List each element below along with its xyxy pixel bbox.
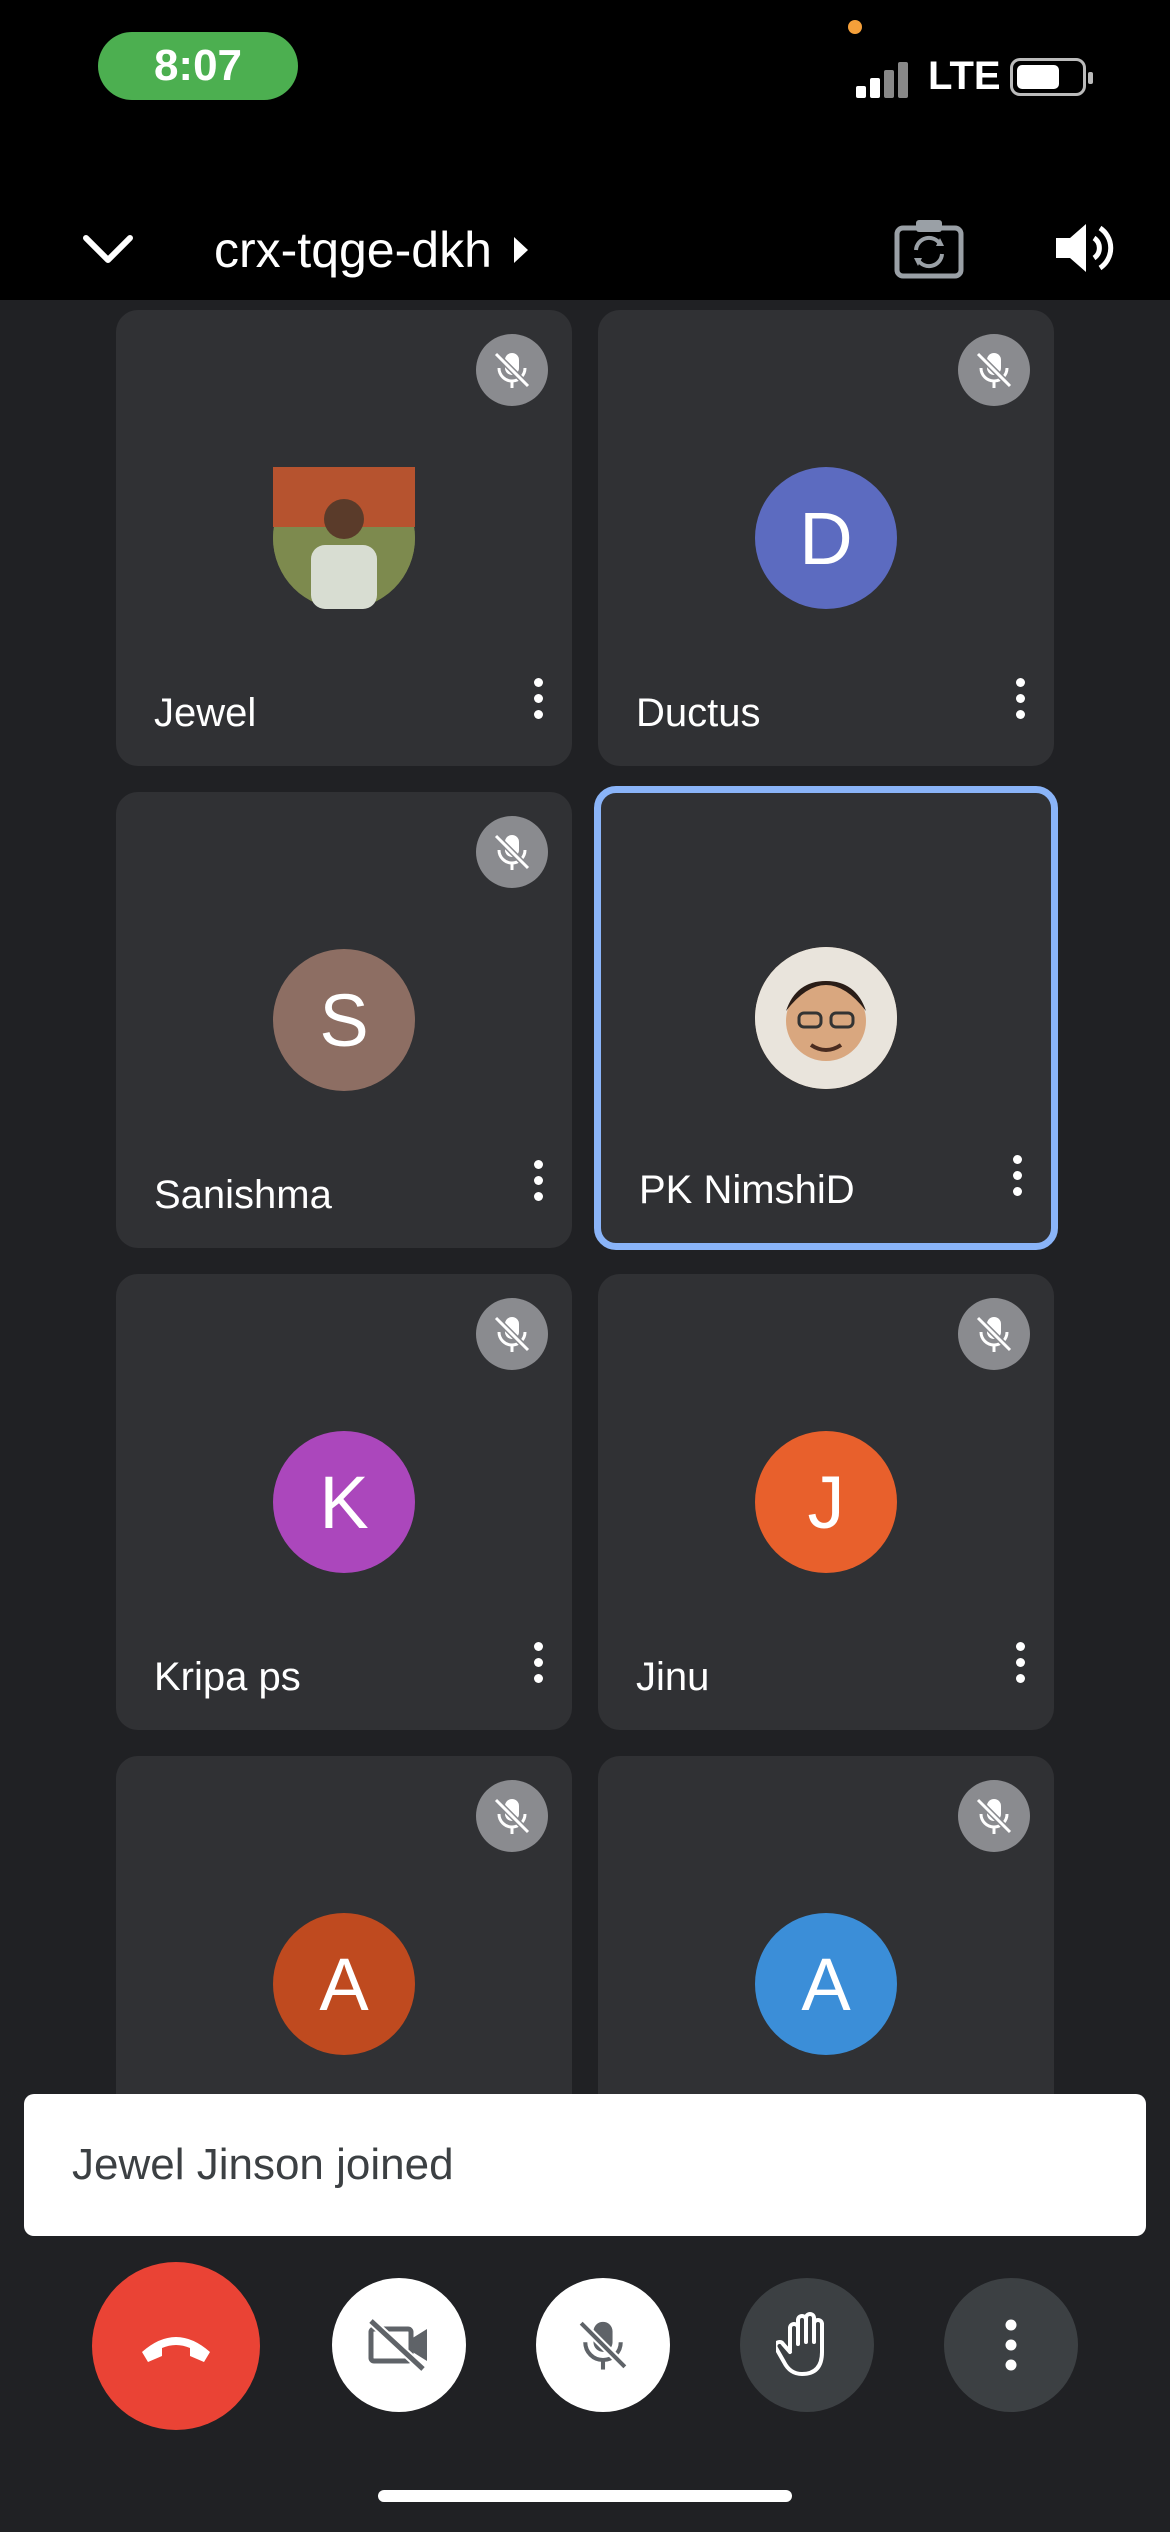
mic-off-icon [958,334,1030,406]
participant-photo [273,467,415,609]
mic-off-icon [958,1298,1030,1370]
participant-tile[interactable]: D Ductus [598,310,1054,766]
avatar: D [755,467,897,609]
mic-off-icon [476,334,548,406]
mic-toggle-button[interactable] [536,2278,670,2412]
caret-right-icon [513,237,528,263]
participant-tile[interactable]: S Sanishma [116,792,572,1248]
end-call-icon [142,2337,210,2362]
raise-hand-icon [776,2312,824,2376]
mic-off-icon [578,2320,628,2370]
more-options-button[interactable] [944,2278,1078,2412]
more-vert-icon[interactable] [1010,1642,1030,1694]
mic-off-icon [476,1780,548,1852]
mic-off-icon [958,1780,1030,1852]
participant-tile[interactable]: J Jinu [598,1274,1054,1730]
avatar: A [755,1913,897,2055]
more-vert-icon[interactable] [528,678,548,730]
avatar [273,467,415,609]
chevron-down-icon[interactable] [78,220,138,280]
participant-joined-toast: Jewel Jinson joined [24,2094,1146,2236]
avatar: J [755,1431,897,1573]
video-toggle-button[interactable] [332,2278,466,2412]
avatar: A [273,1913,415,2055]
network-type: LTE [928,54,1001,98]
participant-name: Ductus [636,691,761,735]
participant-name: Kripa ps [154,1655,301,1699]
participant-tile[interactable]: K Kripa ps [116,1274,572,1730]
signal-strength-icon [856,58,916,98]
mic-off-icon [476,1298,548,1370]
home-indicator[interactable] [378,2490,792,2502]
battery-icon [1010,58,1093,96]
mic-off-icon [476,816,548,888]
more-vert-icon[interactable] [528,1160,548,1212]
participant-name: Jewel [154,691,257,735]
end-call-button[interactable] [92,2262,260,2430]
more-vert-icon[interactable] [1010,678,1030,730]
meeting-header [0,140,1170,300]
participant-tile[interactable]: Jewel [116,310,572,766]
video-off-icon [367,2317,427,2373]
avatar: S [273,949,415,1091]
participant-photo [755,947,897,1089]
toast-message: Jewel Jinson joined [72,2140,454,2189]
camera-switch-icon[interactable] [894,216,964,280]
participant-tile-active[interactable]: PK NimshiD [594,786,1058,1250]
more-vert-icon[interactable] [528,1642,548,1694]
participant-name: PK NimshiD [639,1168,855,1212]
more-vert-icon[interactable] [1007,1155,1027,1207]
mic-in-use-indicator [848,20,862,34]
more-vert-icon [1005,2319,1017,2371]
meeting-code-button[interactable]: crx-tqge-dkh [214,220,528,280]
avatar [755,947,897,1089]
speaker-icon[interactable] [1052,216,1116,280]
status-time: 8:07 [98,32,298,100]
meeting-code: crx-tqge-dkh [214,222,492,278]
participant-name: Sanishma [154,1173,332,1217]
raise-hand-button[interactable] [740,2278,874,2412]
avatar: K [273,1431,415,1573]
participant-name: Jinu [636,1655,710,1699]
